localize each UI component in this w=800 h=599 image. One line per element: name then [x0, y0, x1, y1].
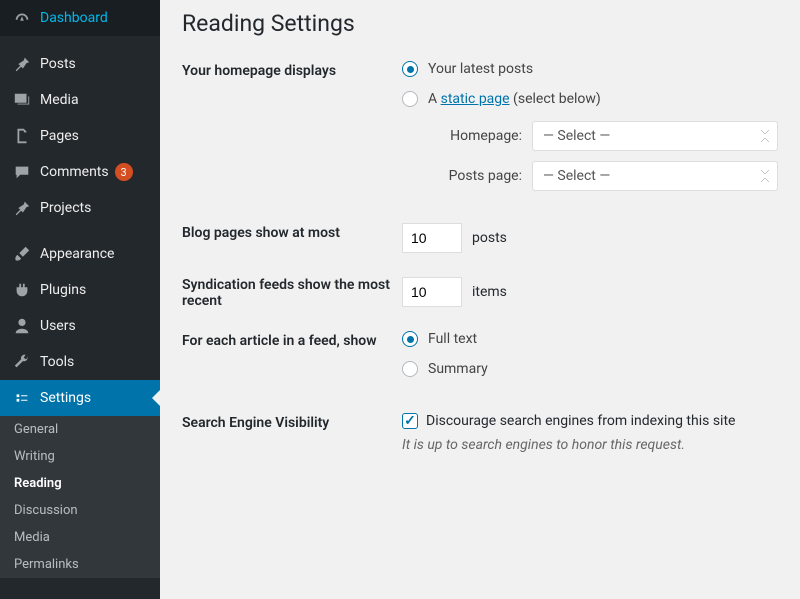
dashboard-icon — [12, 8, 32, 28]
settings-submenu: General Writing Reading Discussion Media… — [0, 416, 160, 578]
checkbox-icon — [402, 413, 418, 429]
label-search-engine: Search Engine Visibility — [182, 413, 402, 453]
sidebar-item-plugins[interactable]: Plugins — [0, 272, 160, 308]
comment-icon — [12, 162, 32, 182]
checkbox-label: Discourage search engines from indexing … — [426, 413, 735, 429]
label-blog-pages: Blog pages show at most — [182, 223, 402, 253]
sidebar-item-tools[interactable]: Tools — [0, 344, 160, 380]
comments-badge: 3 — [115, 163, 133, 181]
select-homepage[interactable]: — Select — — [532, 121, 778, 151]
sidebar-item-label: Tools — [40, 354, 74, 370]
sidebar-item-label: Media — [40, 92, 79, 108]
sidebar-item-dashboard[interactable]: Dashboard — [0, 0, 160, 36]
media-icon — [12, 90, 32, 110]
radio-latest-posts[interactable]: Your latest posts — [402, 61, 778, 77]
row-homepage-select: Homepage: — Select — — [422, 121, 778, 151]
radio-full-text[interactable]: Full text — [402, 331, 778, 347]
row-article-feed: For each article in a feed, show Full te… — [182, 331, 778, 391]
radio-static-page[interactable]: A static page (select below) — [402, 91, 778, 107]
input-blog-pages-count[interactable] — [402, 223, 462, 253]
sidebar-item-users[interactable]: Users — [0, 308, 160, 344]
submenu-item-discussion[interactable]: Discussion — [0, 497, 160, 524]
input-syndication-count[interactable] — [402, 277, 462, 307]
settings-icon — [12, 388, 32, 408]
wrench-icon — [12, 352, 32, 372]
sidebar-item-settings[interactable]: Settings — [0, 380, 160, 416]
search-engine-description: It is up to search engines to honor this… — [402, 437, 778, 453]
unit-posts: posts — [472, 230, 507, 246]
label-posts-page: Posts page: — [422, 168, 522, 184]
submenu-item-media[interactable]: Media — [0, 524, 160, 551]
sidebar-item-label: Plugins — [40, 282, 86, 298]
sidebar-item-label: Users — [40, 318, 76, 334]
label-article-feed: For each article in a feed, show — [182, 331, 402, 391]
label-homepage-displays: Your homepage displays — [182, 61, 402, 201]
sidebar-item-posts[interactable]: Posts — [0, 46, 160, 82]
page-title: Reading Settings — [182, 10, 778, 37]
radio-summary[interactable]: Summary — [402, 361, 778, 377]
sidebar-item-label: Posts — [40, 56, 76, 72]
pin-icon — [12, 54, 32, 74]
sidebar-item-media[interactable]: Media — [0, 82, 160, 118]
submenu-item-writing[interactable]: Writing — [0, 443, 160, 470]
label-syndication: Syndication feeds show the most recent — [182, 275, 402, 309]
admin-sidebar: Dashboard Posts Media Pages Comments 3 P… — [0, 0, 160, 599]
sidebar-item-projects[interactable]: Projects — [0, 190, 160, 226]
brush-icon — [12, 244, 32, 264]
sidebar-item-comments[interactable]: Comments 3 — [0, 154, 160, 190]
sidebar-item-appearance[interactable]: Appearance — [0, 236, 160, 272]
row-homepage-displays: Your homepage displays Your latest posts… — [182, 61, 778, 201]
row-blog-pages: Blog pages show at most posts — [182, 223, 778, 253]
plugin-icon — [12, 280, 32, 300]
sidebar-item-label: Projects — [40, 200, 91, 216]
unit-items: items — [472, 284, 507, 300]
select-posts-page[interactable]: — Select — — [532, 161, 778, 191]
submenu-item-permalinks[interactable]: Permalinks — [0, 551, 160, 578]
sidebar-item-label: Appearance — [40, 246, 114, 262]
main-content: Reading Settings Your homepage displays … — [160, 0, 800, 599]
sidebar-item-pages[interactable]: Pages — [0, 118, 160, 154]
radio-icon — [402, 331, 418, 347]
radio-icon — [402, 91, 418, 107]
radio-icon — [402, 361, 418, 377]
sidebar-item-label: Pages — [40, 128, 79, 144]
checkbox-discourage-search-engines[interactable]: Discourage search engines from indexing … — [402, 413, 778, 429]
radio-label: Summary — [428, 361, 488, 377]
sidebar-item-label: Settings — [40, 390, 91, 406]
label-homepage: Homepage: — [422, 128, 522, 144]
user-icon — [12, 316, 32, 336]
sidebar-item-label: Comments — [40, 164, 109, 180]
submenu-item-general[interactable]: General — [0, 416, 160, 443]
pin-icon — [12, 198, 32, 218]
submenu-item-reading[interactable]: Reading — [0, 470, 160, 497]
radio-label: Your latest posts — [428, 61, 533, 77]
row-search-engine: Search Engine Visibility Discourage sear… — [182, 413, 778, 453]
page-icon — [12, 126, 32, 146]
static-page-link[interactable]: static page — [441, 91, 510, 107]
radio-icon — [402, 61, 418, 77]
row-posts-page-select: Posts page: — Select — — [422, 161, 778, 191]
radio-label: Full text — [428, 331, 477, 347]
row-syndication: Syndication feeds show the most recent i… — [182, 275, 778, 309]
sidebar-item-label: Dashboard — [40, 10, 108, 26]
